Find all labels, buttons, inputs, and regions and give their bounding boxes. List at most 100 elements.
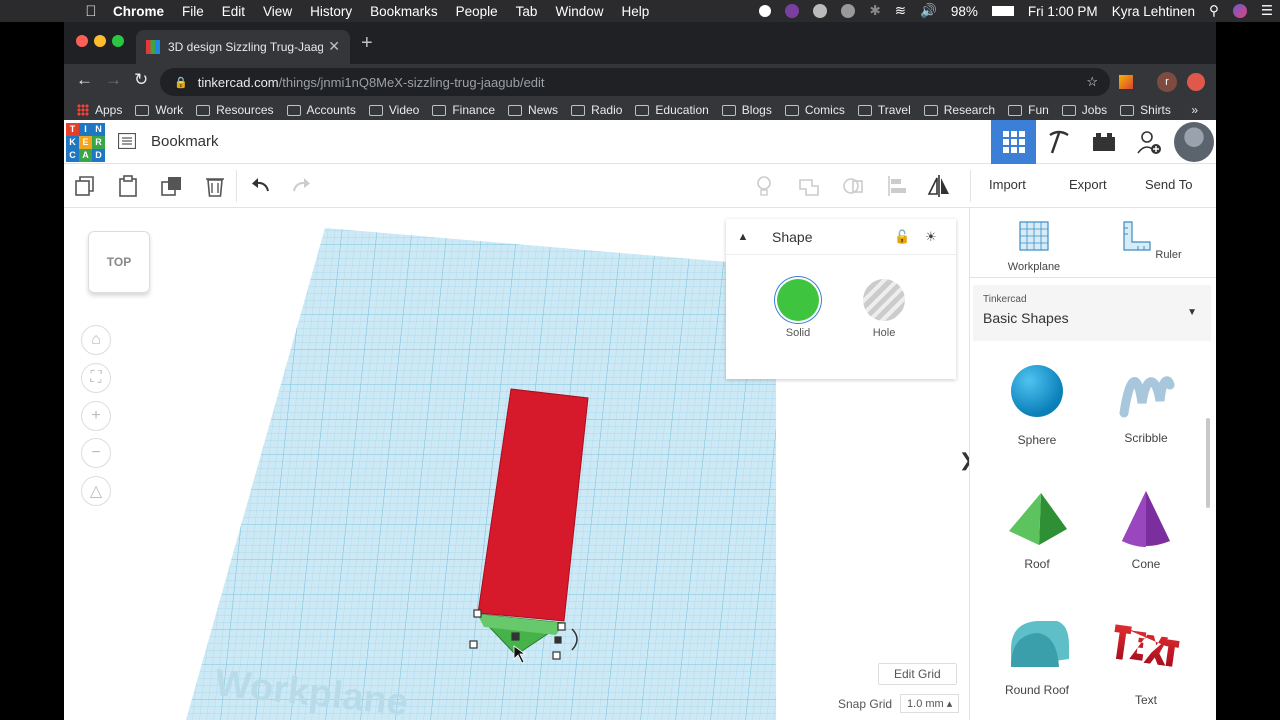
3d-workspace[interactable]: Workplane TOP ⌂ ⛶ + − △ ▲ Shape 🔓 ☀ Soli… [64,209,969,720]
bookmark-radio[interactable]: Radio [571,103,622,117]
bricks-view-button[interactable] [1081,120,1126,164]
bookmark-fun[interactable]: Fun [1008,103,1049,117]
shape-round-roof[interactable]: Round Roof [987,615,1087,697]
bookmark-jobs[interactable]: Jobs [1061,103,1107,117]
maximize-window-button[interactable] [112,35,124,47]
tab-tinkercad[interactable]: 3D design Sizzling Trug-Jaagub ✕ [136,30,350,64]
undo-icon[interactable] [248,174,272,198]
solid-color-swatch[interactable] [777,279,819,321]
creative-cloud-icon[interactable] [813,4,828,18]
duplicate-icon[interactable] [160,174,184,198]
menu-app-name[interactable]: Chrome [113,4,164,19]
design-list-icon[interactable] [118,133,136,149]
workplane-tool[interactable]: Workplane [994,220,1074,273]
battery-percent[interactable]: 98% [951,4,978,19]
edit-grid-button[interactable]: Edit Grid [878,663,957,685]
bookmark-research[interactable]: Research [923,103,995,117]
bookmark-accounts[interactable]: Accounts [286,103,356,117]
project-title[interactable]: Bookmark [151,133,219,150]
shape-scribble[interactable]: Scribble [1096,363,1196,445]
bookmark-comics[interactable]: Comics [784,103,845,117]
siri-icon[interactable] [1232,4,1247,18]
solid-option[interactable]: Solid [768,279,828,339]
bookmark-blogs[interactable]: Blogs [721,103,772,117]
notification-center-icon[interactable]: ☰ [1261,3,1273,19]
bookmark-apps[interactable]: Apps [77,103,122,117]
shapes-scrollbar[interactable] [1206,418,1210,508]
fit-view-button[interactable]: ⛶ [81,363,111,393]
shape-library-select[interactable]: Tinkercad Basic Shapes ▼ [973,285,1211,341]
menu-tab[interactable]: Tab [516,4,538,19]
collapse-panel-chevron-icon[interactable]: ❯ [959,450,969,471]
extension-icon[interactable] [1119,75,1133,89]
bookmark-finance[interactable]: Finance [432,103,495,117]
user-name[interactable]: Kyra Lehtinen [1112,4,1195,19]
import-button[interactable]: Import [989,177,1026,192]
lock-icon[interactable]: 🔒 [174,76,188,89]
visibility-lightbulb-icon[interactable]: ☀ [925,229,937,245]
ruler-tool[interactable]: Ruler [1111,220,1191,261]
blocks-view-button[interactable] [1036,120,1081,164]
extension-red-icon[interactable] [1187,73,1205,91]
new-tab-button[interactable]: + [361,32,373,55]
menu-window[interactable]: Window [555,4,603,19]
dropbox-icon[interactable] [841,4,856,18]
record-icon[interactable] [759,5,772,17]
collapse-inspector-icon[interactable]: ▲ [726,231,760,243]
bookmarks-overflow[interactable]: » [1191,103,1198,117]
menu-history[interactable]: History [310,4,352,19]
paste-icon[interactable] [116,174,140,198]
forward-button[interactable]: → [105,70,122,90]
shape-sphere[interactable]: Sphere [987,363,1087,447]
copy-icon[interactable] [73,174,97,198]
bookmark-shirts[interactable]: Shirts [1120,103,1171,117]
shape-roof[interactable]: Roof [987,489,1087,571]
volume-icon[interactable]: 🔊 [920,3,937,19]
home-view-button[interactable]: ⌂ [81,325,111,355]
hole-option[interactable]: Hole [854,279,914,339]
close-window-button[interactable] [76,35,88,47]
snap-grid-select[interactable]: 1.0 mm ▴ [900,694,960,713]
close-tab-icon[interactable]: ✕ [328,38,340,55]
tinkercad-logo[interactable]: T I N K E R C A D [66,123,105,162]
delete-icon[interactable] [203,174,227,198]
reload-button[interactable]: ↻ [134,70,148,90]
battery-icon[interactable] [991,6,1014,16]
shape-text[interactable]: Text [1096,615,1196,707]
menu-people[interactable]: People [456,4,498,19]
bookmark-work[interactable]: Work [135,103,183,117]
bookmark-education[interactable]: Education [635,103,709,117]
minimize-window-button[interactable] [94,35,106,47]
export-button[interactable]: Export [1069,177,1107,192]
zoom-in-button[interactable]: + [81,401,111,431]
menu-bookmarks[interactable]: Bookmarks [370,4,438,19]
apple-icon[interactable]:  [78,3,104,20]
spotlight-icon[interactable]: ⚲ [1209,3,1219,19]
hole-swatch[interactable] [863,279,905,321]
bookmark-video[interactable]: Video [368,103,419,117]
bookmark-travel[interactable]: Travel [857,103,911,117]
perspective-toggle-button[interactable]: △ [81,476,111,506]
menu-edit[interactable]: Edit [222,4,245,19]
3d-design-view-button[interactable] [991,120,1036,164]
bluetooth-icon[interactable]: ✱ [869,3,880,19]
bookmark-resources[interactable]: Resources [196,103,274,117]
menu-view[interactable]: View [263,4,292,19]
back-button[interactable]: ← [76,70,93,90]
view-cube[interactable]: TOP [88,231,150,293]
shape-cone[interactable]: Cone [1096,489,1196,571]
mirror-icon[interactable] [927,174,951,198]
address-bar[interactable]: 🔒 tinkercad.com /things/jnmi1nQ8MeX-sizz… [160,68,1110,96]
clock[interactable]: Fri 1:00 PM [1028,4,1098,19]
invite-user-button[interactable] [1126,120,1171,164]
zoom-out-button[interactable]: − [81,438,111,468]
menu-file[interactable]: File [182,4,204,19]
lock-shape-icon[interactable]: 🔓 [894,229,910,245]
wifi-icon[interactable]: ≋ [895,3,906,19]
bookmark-star-icon[interactable]: ☆ [1086,74,1098,90]
bookmark-news[interactable]: News [508,103,558,117]
screen-tool-icon[interactable] [785,4,800,18]
user-avatar-button[interactable] [1171,120,1216,164]
send-to-button[interactable]: Send To [1145,177,1192,192]
menu-help[interactable]: Help [621,4,649,19]
